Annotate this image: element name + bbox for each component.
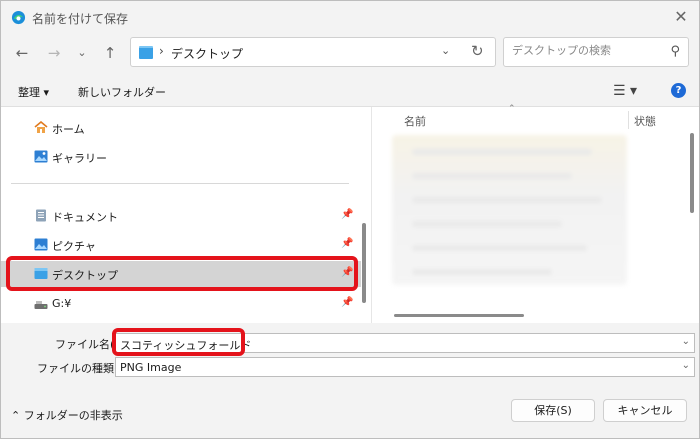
search-box[interactable]: ⚲ [503, 37, 689, 67]
blurred-row [412, 197, 602, 203]
search-input[interactable] [512, 44, 662, 57]
pin-icon[interactable]: 📌 [341, 238, 353, 249]
filetype-select[interactable]: PNG Image ⌄ [115, 357, 695, 377]
sidebar-item-desktop[interactable]: デスクトップ 📌 [1, 261, 361, 287]
sidebar-item-gallery[interactable]: ギャラリー [1, 144, 361, 170]
home-icon [34, 121, 48, 133]
desktop-folder-icon [139, 46, 153, 59]
sidebar-item-documents[interactable]: ドキュメント 📌 [1, 203, 361, 229]
save-button[interactable]: 保存(S) [511, 399, 595, 422]
pin-icon[interactable]: 📌 [341, 209, 353, 220]
desktop-folder-icon [34, 268, 48, 279]
dialog-footer: ⌃ フォルダーの非表示 保存(S) キャンセル [1, 393, 699, 438]
blurred-row [412, 221, 562, 227]
pin-icon[interactable]: 📌 [341, 267, 353, 278]
app-icon [11, 10, 26, 25]
sidebar-item-label: ピクチャ [52, 240, 96, 253]
pin-icon[interactable]: 📌 [341, 297, 353, 308]
file-list-vertical-scrollbar[interactable] [690, 133, 694, 213]
filename-dropdown-chevron-icon[interactable]: ⌄ [682, 336, 690, 347]
filename-field[interactable]: スコティッシュフォールド ⌄ [115, 333, 695, 353]
sort-ascending-icon: ⌃ [508, 104, 516, 114]
drive-icon [34, 301, 48, 309]
hide-folders-toggle[interactable]: ⌃ フォルダーの非表示 [11, 407, 123, 423]
title-bar: 名前を付けて保存 ✕ [1, 1, 699, 33]
close-icon[interactable]: ✕ [671, 7, 691, 27]
sidebar-item-label: G:¥ [52, 297, 72, 310]
breadcrumb-chevron-icon[interactable]: › [159, 44, 164, 58]
search-icon[interactable]: ⚲ [670, 44, 680, 59]
recent-locations-chevron-icon[interactable]: ⌄ [71, 42, 93, 64]
hide-folders-label: フォルダーの非表示 [23, 409, 123, 422]
sidebar-item-label: デスクトップ [52, 269, 118, 282]
sidebar-item-home[interactable]: ホーム [1, 115, 361, 141]
sidebar-item-label: ホーム [52, 123, 85, 136]
filetype-value[interactable]: PNG Image [120, 361, 181, 374]
command-bar: 整理 ▾ 新しいフォルダー ☰ ▾ ? [1, 79, 699, 105]
gallery-icon [34, 150, 48, 163]
filename-value[interactable]: スコティッシュフォールド [120, 337, 251, 353]
save-as-dialog: 名前を付けて保存 ✕ ← → ⌄ ↑ › デスクトップ ⌄ ↻ ⚲ 整理 ▾ 新… [0, 0, 700, 439]
navigation-bar: ← → ⌄ ↑ › デスクトップ ⌄ ↻ ⚲ [1, 37, 699, 69]
blurred-row [412, 149, 592, 155]
column-header-status[interactable]: 状態 [634, 113, 656, 129]
sidebar-item-pictures[interactable]: ピクチャ 📌 [1, 232, 361, 258]
blurred-row [412, 173, 572, 179]
back-arrow-icon[interactable]: ← [11, 42, 33, 64]
address-bar[interactable]: › デスクトップ ⌄ ↻ [130, 37, 496, 67]
forward-arrow-icon[interactable]: → [43, 42, 65, 64]
sidebar-item-label: ギャラリー [52, 152, 107, 165]
refresh-icon[interactable]: ↻ [471, 42, 484, 60]
breadcrumb-desktop[interactable]: デスクトップ [171, 45, 243, 62]
help-icon[interactable]: ? [671, 83, 686, 98]
view-options-icon[interactable]: ☰ ▾ [613, 83, 637, 99]
sidebar-item-drive-g[interactable]: G:¥ 📌 [1, 291, 361, 317]
sidebar-item-label: ドキュメント [52, 211, 118, 224]
cancel-button[interactable]: キャンセル [603, 399, 687, 422]
window-title: 名前を付けて保存 [32, 12, 129, 26]
blurred-file-list [392, 135, 627, 285]
file-list-pane: 名前 ⌃ 状態 [371, 104, 699, 323]
up-arrow-icon[interactable]: ↑ [99, 42, 121, 64]
sidebar-divider [11, 183, 349, 184]
column-header-name[interactable]: 名前 [404, 113, 426, 129]
chevron-up-icon: ⌃ [11, 409, 21, 422]
address-dropdown-chevron-icon[interactable]: ⌄ [441, 44, 450, 57]
save-form: ファイル名(N): スコティッシュフォールド ⌄ ファイルの種類(T): PNG… [1, 323, 699, 383]
document-icon [36, 209, 46, 222]
blurred-row [412, 269, 552, 275]
picture-icon [34, 238, 48, 251]
new-folder-button[interactable]: 新しいフォルダー [78, 84, 166, 100]
column-divider[interactable] [628, 111, 629, 129]
navigation-pane: ホーム ギャラリー ドキュメント 📌 ピクチャ 📌 デスクトップ 📌 G:¥ 📌 [1, 107, 371, 323]
blurred-row [412, 245, 587, 251]
filetype-dropdown-chevron-icon[interactable]: ⌄ [682, 360, 690, 371]
file-list-horizontal-scrollbar[interactable] [394, 314, 524, 317]
navigation-pane-scrollbar[interactable] [362, 223, 366, 303]
organize-button[interactable]: 整理 ▾ [18, 84, 49, 100]
